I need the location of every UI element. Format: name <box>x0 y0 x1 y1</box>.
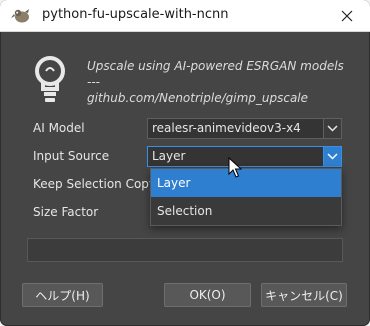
gimp-app-icon <box>11 9 29 23</box>
description-title: Upscale using AI-powered ESRGAN models <box>87 59 344 73</box>
title-bar[interactable]: python-fu-upscale-with-ncnn <box>0 0 370 32</box>
input-source-dropdown-button[interactable] <box>323 147 341 166</box>
size-factor-label: Size Factor <box>33 205 99 219</box>
dropdown-option-label: Layer <box>157 176 191 190</box>
ok-button[interactable]: OK(O) <box>164 283 251 307</box>
description-separator: --- <box>87 75 100 89</box>
plugin-description: Upscale using AI-powered ESRGAN models -… <box>87 58 344 106</box>
ai-model-combo[interactable]: realesr-animevideov3-x4 <box>147 118 342 139</box>
window-title: python-fu-upscale-with-ncnn <box>42 7 229 22</box>
input-source-value: Layer <box>152 149 186 163</box>
mouse-pointer-icon <box>228 157 242 178</box>
help-button[interactable]: ヘルプ(H) <box>22 283 103 307</box>
dialog-window: python-fu-upscale-with-ncnn Upscale usin… <box>0 0 370 326</box>
dropdown-option-label: Selection <box>157 204 213 218</box>
input-source-dropdown-list: Layer Selection <box>150 168 342 226</box>
cancel-button[interactable]: キャンセル(C) <box>261 283 347 307</box>
ai-model-label: AI Model <box>33 121 85 135</box>
close-button[interactable] <box>324 0 370 31</box>
progress-bar <box>27 238 343 262</box>
chevron-down-icon <box>327 153 338 160</box>
lightbulb-icon <box>35 56 65 102</box>
input-source-combo[interactable]: Layer <box>147 146 342 167</box>
ai-model-dropdown-button[interactable] <box>323 119 341 138</box>
description-url: github.com/Nenotriple/gimp_upscale <box>87 91 309 105</box>
chevron-down-icon <box>327 125 338 132</box>
input-source-label: Input Source <box>33 149 110 163</box>
close-icon <box>341 10 353 21</box>
keep-selection-copy-label: Keep Selection Copy <box>33 177 157 191</box>
ai-model-value: realesr-animevideov3-x4 <box>152 121 301 135</box>
dropdown-option-selection[interactable]: Selection <box>151 197 341 225</box>
dropdown-option-layer[interactable]: Layer <box>151 169 341 197</box>
